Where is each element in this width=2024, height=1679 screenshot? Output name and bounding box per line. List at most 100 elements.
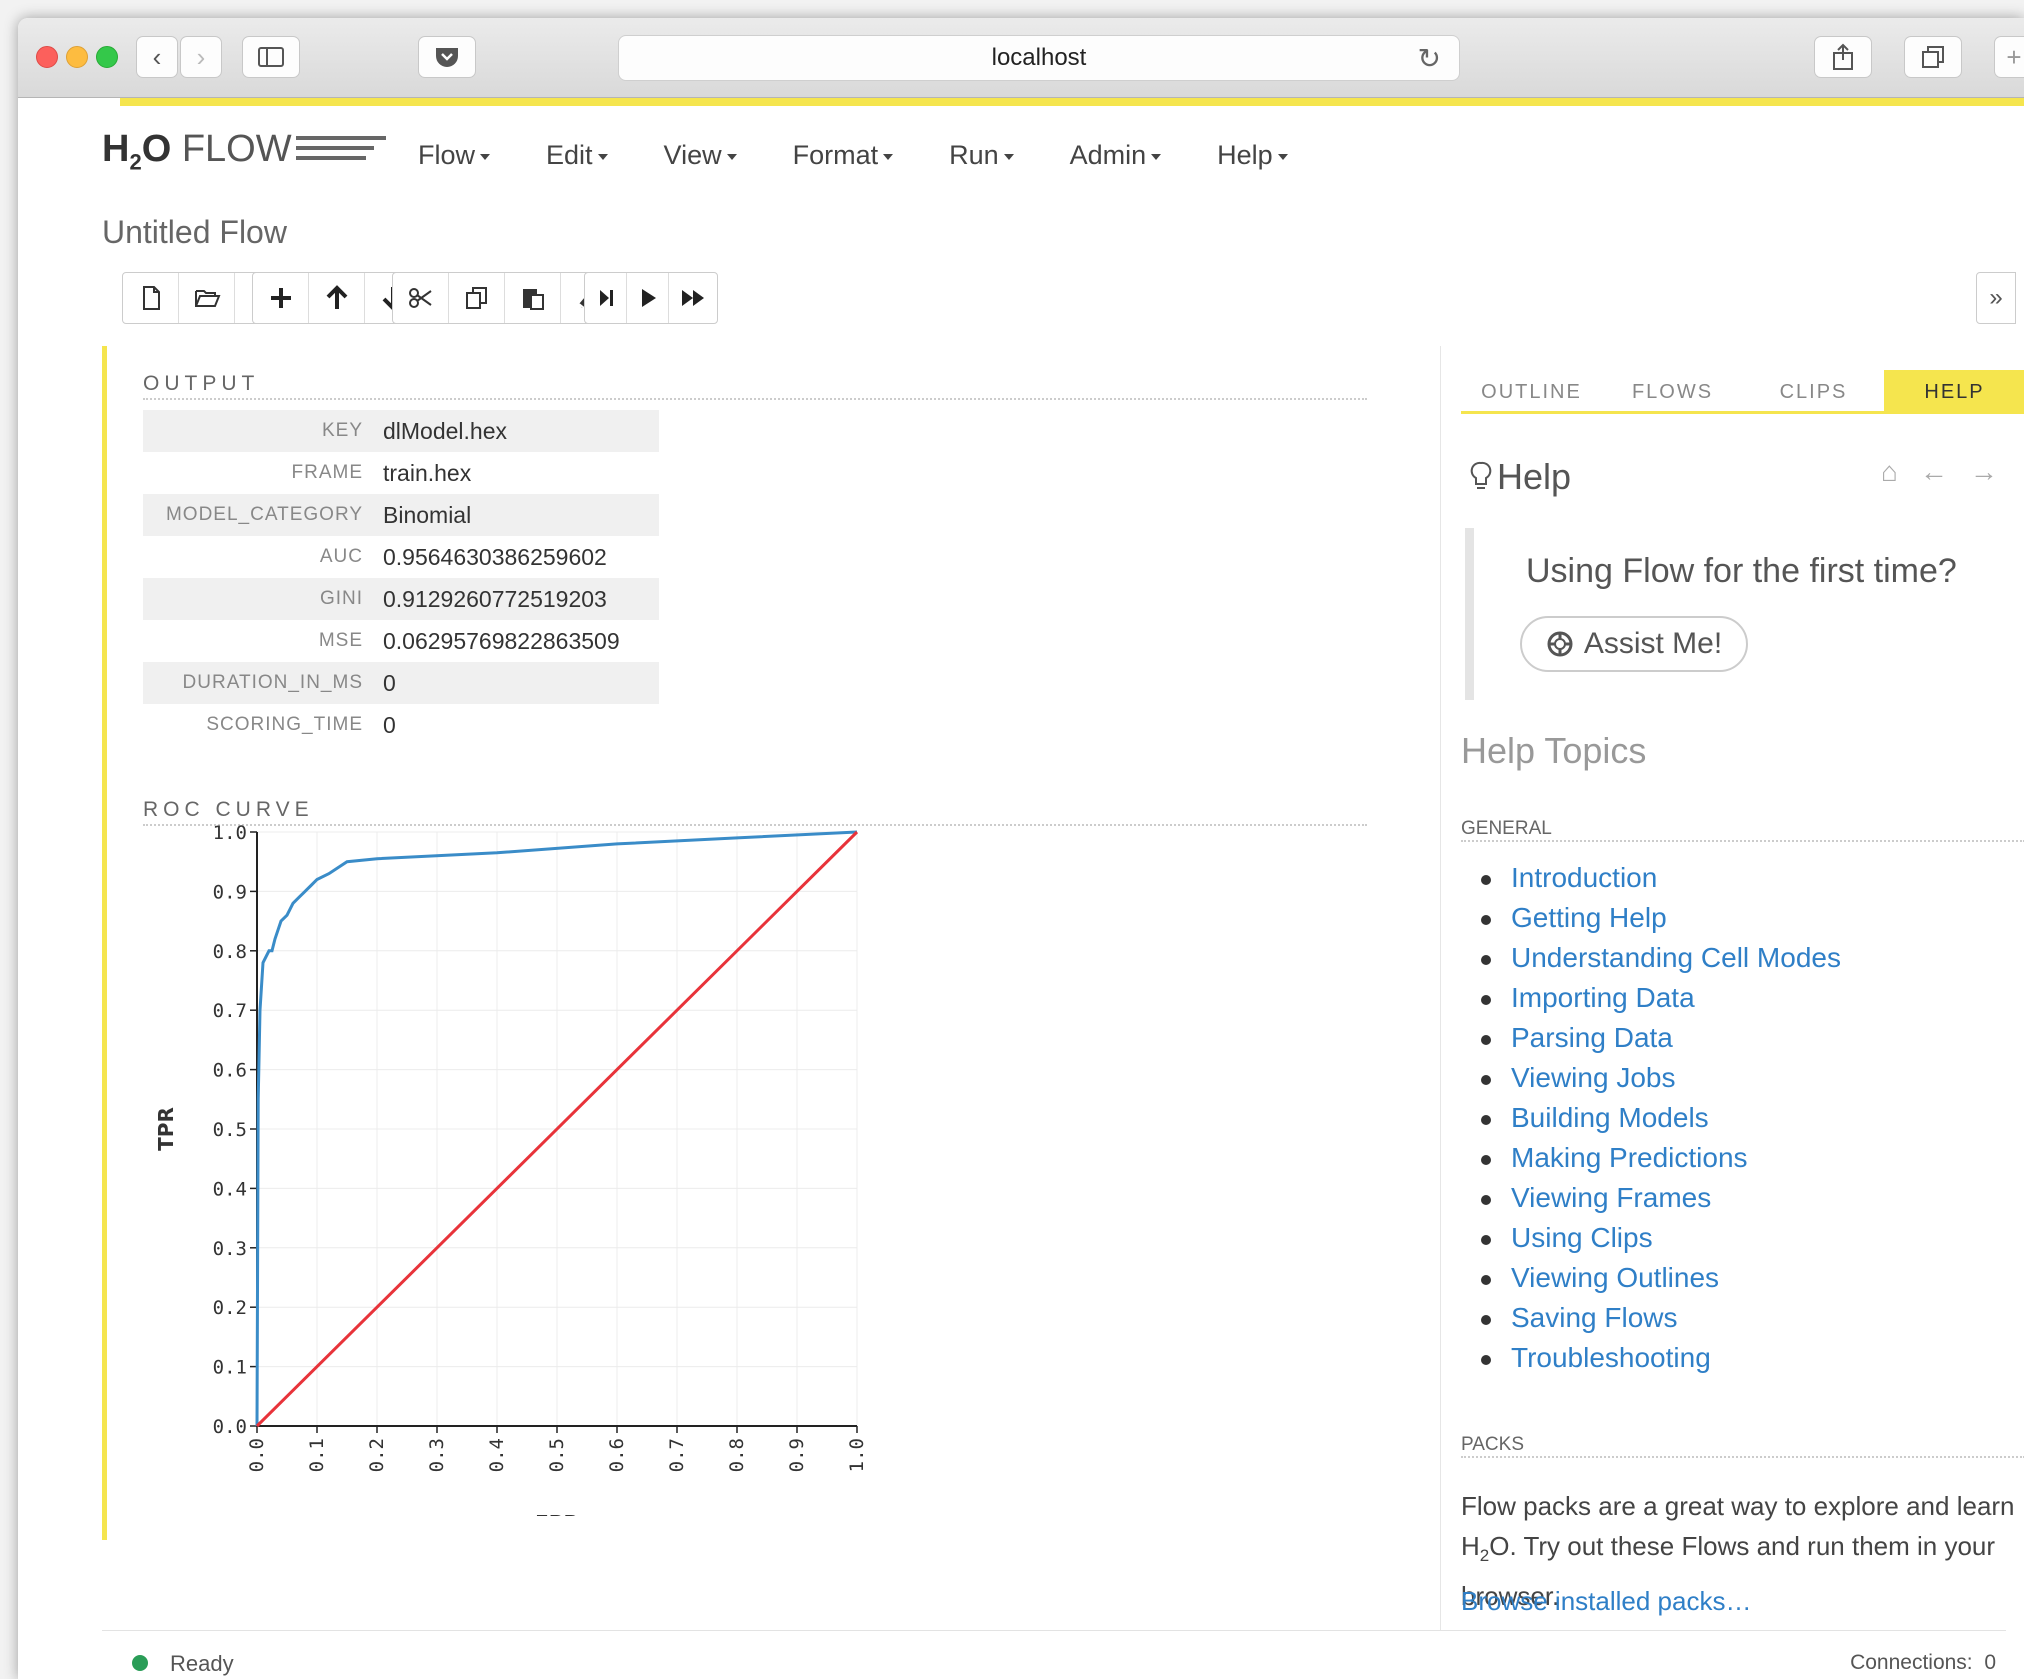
list-item[interactable]: Importing Data [1481, 982, 1841, 1022]
url-text: localhost [991, 44, 1087, 71]
tab-outline[interactable]: OUTLINE [1461, 370, 1602, 411]
status-bar: Ready Connections: 0 [102, 1630, 2006, 1679]
list-item[interactable]: Building Models [1481, 1102, 1841, 1142]
paste-cell-button[interactable] [505, 273, 561, 323]
connections-indicator: Connections: 0 [1850, 1651, 1996, 1674]
y-tick-label: 0.6 [213, 1060, 247, 1082]
h2o-flow-logo: H2O FLOW [102, 128, 292, 175]
menu-format[interactable]: Format [793, 140, 894, 171]
list-item[interactable]: Introduction [1481, 862, 1841, 902]
browse-packs-link[interactable]: Browse installed packs… [1461, 1586, 1751, 1617]
y-tick-label: 0.3 [213, 1238, 247, 1260]
x-tick-label: 0.9 [786, 1438, 808, 1472]
y-tick-label: 0.0 [213, 1416, 247, 1438]
list-item[interactable]: Saving Flows [1481, 1302, 1841, 1342]
first-time-text: Using Flow for the first time? [1526, 552, 1957, 590]
list-item[interactable]: Viewing Frames [1481, 1182, 1841, 1222]
table-row: MSE 0.06295769822863509 [318, 627, 620, 654]
x-tick-label: 0.0 [246, 1438, 268, 1472]
list-item[interactable]: Parsing Data [1481, 1022, 1841, 1062]
general-rule [1461, 840, 2024, 842]
run-to-cursor-button[interactable] [585, 273, 627, 323]
play-icon [641, 289, 656, 307]
assist-me-button[interactable]: Assist Me! [1520, 616, 1748, 672]
x-tick-label: 0.6 [606, 1438, 628, 1472]
list-item[interactable]: Making Predictions [1481, 1142, 1841, 1182]
run-all-button[interactable] [669, 273, 717, 323]
x-tick-label: 0.5 [546, 1438, 568, 1472]
caret-down-icon [883, 153, 894, 160]
sidebar-toggle-button[interactable] [242, 36, 300, 78]
tabs-overview-button[interactable] [1904, 36, 1962, 78]
y-tick-label: 0.2 [213, 1297, 247, 1319]
close-window-button[interactable] [36, 46, 58, 68]
x-tick-label: 0.7 [666, 1438, 688, 1472]
pocket-button[interactable] [418, 36, 476, 78]
tab-help[interactable]: HELP [1884, 370, 2024, 411]
address-bar[interactable]: localhost ↻ [618, 35, 1460, 81]
flow-title[interactable]: Untitled Flow [102, 214, 287, 251]
x-tick-label: 0.4 [486, 1438, 508, 1472]
caret-down-icon [1003, 153, 1014, 160]
forward-button[interactable]: › [180, 36, 222, 78]
menu-run[interactable]: Run [949, 140, 1014, 171]
cut-cell-button[interactable] [393, 273, 449, 323]
tab-clips[interactable]: CLIPS [1743, 370, 1884, 411]
roc-curve-chart: 0.0 0.1 0.2 0.3 0.4 0.5 0.6 0.7 0.8 0.9 1.0 0.0 0.1 0… [154, 822, 868, 1516]
list-item[interactable]: Troubleshooting [1481, 1342, 1841, 1382]
general-label: GENERAL [1461, 818, 1552, 839]
y-tick-label: 0.5 [213, 1119, 247, 1141]
help-navigation: ⌂ ← → [1881, 456, 1998, 488]
run-cell-button[interactable] [627, 273, 669, 323]
y-tick-label: 0.9 [213, 881, 247, 903]
output-cell[interactable]: OUTPUT KEY dlModel.hex FRAME train.hex MOD… [102, 346, 1432, 1540]
share-button[interactable] [1814, 36, 1872, 78]
copy-cell-button[interactable] [449, 273, 505, 323]
y-tick-label: 0.1 [213, 1357, 247, 1379]
open-flow-button[interactable] [179, 273, 235, 323]
zoom-window-button[interactable] [96, 46, 118, 68]
logo-lines-icon [296, 136, 386, 166]
y-tick-label: 0.4 [213, 1178, 247, 1200]
reload-icon[interactable]: ↻ [1418, 42, 1441, 75]
help-heading: Help [1469, 456, 1571, 498]
plus-icon: + [2006, 41, 2022, 72]
packs-label: PACKS [1461, 1434, 1525, 1455]
main-menu: Flow Edit View Format Run Admin Help [418, 140, 1344, 171]
insert-cell-button[interactable] [253, 273, 309, 323]
list-item[interactable]: Viewing Jobs [1481, 1062, 1841, 1102]
back-button[interactable]: ‹ [136, 36, 178, 78]
list-item[interactable]: Getting Help [1481, 902, 1841, 942]
menu-admin[interactable]: Admin [1070, 140, 1162, 171]
x-tick-label: 0.8 [726, 1438, 748, 1472]
menu-view[interactable]: View [664, 140, 737, 171]
menu-help[interactable]: Help [1217, 140, 1288, 171]
minimize-window-button[interactable] [66, 46, 88, 68]
toggle-sidebar-button[interactable]: » [1976, 272, 2016, 324]
lifebuoy-icon [1547, 631, 1573, 657]
arrow-left-icon[interactable]: ← [1920, 456, 1948, 488]
packs-rule [1461, 1456, 2024, 1458]
panel-tabs: OUTLINE FLOWS CLIPS HELP [1461, 370, 2024, 414]
list-item[interactable]: Viewing Outlines [1481, 1262, 1841, 1302]
list-item[interactable]: Understanding Cell Modes [1481, 942, 1841, 982]
menu-edit[interactable]: Edit [546, 140, 608, 171]
tab-flows[interactable]: FLOWS [1602, 370, 1743, 411]
x-axis-label: FPR [535, 1511, 579, 1516]
arrow-right-icon[interactable]: → [1970, 456, 1998, 488]
first-time-callout: Using Flow for the first time? Assist Me… [1465, 528, 2024, 700]
caret-down-icon [1277, 153, 1288, 160]
new-flow-button[interactable] [123, 273, 179, 323]
output-title: OUTPUT [143, 372, 260, 395]
home-icon[interactable]: ⌂ [1881, 456, 1898, 488]
move-cell-up-button[interactable] [309, 273, 365, 323]
fast-forward-icon [682, 290, 704, 306]
caret-down-icon [726, 153, 737, 160]
copy-icon [465, 287, 487, 309]
new-tab-button[interactable]: + [1994, 36, 2024, 78]
menu-flow[interactable]: Flow [418, 140, 491, 171]
status-text: Ready [170, 1651, 234, 1676]
x-tick-label: 0.1 [306, 1438, 328, 1472]
list-item[interactable]: Using Clips [1481, 1222, 1841, 1262]
folder-open-icon [194, 290, 220, 307]
